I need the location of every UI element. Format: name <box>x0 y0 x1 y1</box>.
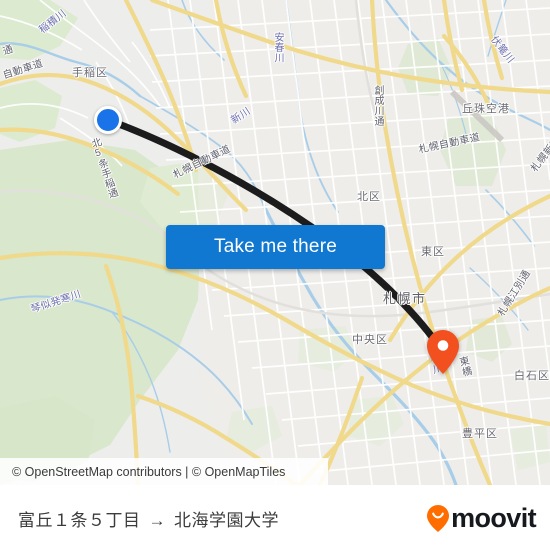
moovit-wordmark: moovit <box>451 502 537 533</box>
attribution-text[interactable]: © OpenStreetMap contributors | © OpenMap… <box>12 465 285 479</box>
route-destination-label: 北海学園大学 <box>174 510 279 530</box>
map-attribution: © OpenStreetMap contributors | © OpenMap… <box>0 458 328 485</box>
take-me-there-button[interactable]: Take me there <box>166 225 385 269</box>
footer-bar: 富丘１条５丁目 → 北海学園大学 moovit <box>0 485 550 550</box>
origin-dot[interactable] <box>94 106 122 134</box>
arrow-icon: → <box>148 510 166 530</box>
moovit-logo[interactable]: moovit <box>427 502 537 533</box>
map-screenshot: 稲積川 手稲区 安春川 新川 伏篭川 創成川通 丘珠空港 札幌自動車道 札幌新道 北5条手稲通 札幌… <box>0 0 550 550</box>
route-origin-label: 富丘１条５丁目 <box>18 510 141 530</box>
route-summary: 富丘１条５丁目 → 北海学園大学 <box>18 506 279 531</box>
moovit-pin-icon <box>427 504 450 532</box>
destination-pin[interactable] <box>427 330 459 374</box>
map-canvas[interactable]: 稲積川 手稲区 安春川 新川 伏篭川 創成川通 丘珠空港 札幌自動車道 札幌新道 北5条手稲通 札幌… <box>0 0 550 485</box>
